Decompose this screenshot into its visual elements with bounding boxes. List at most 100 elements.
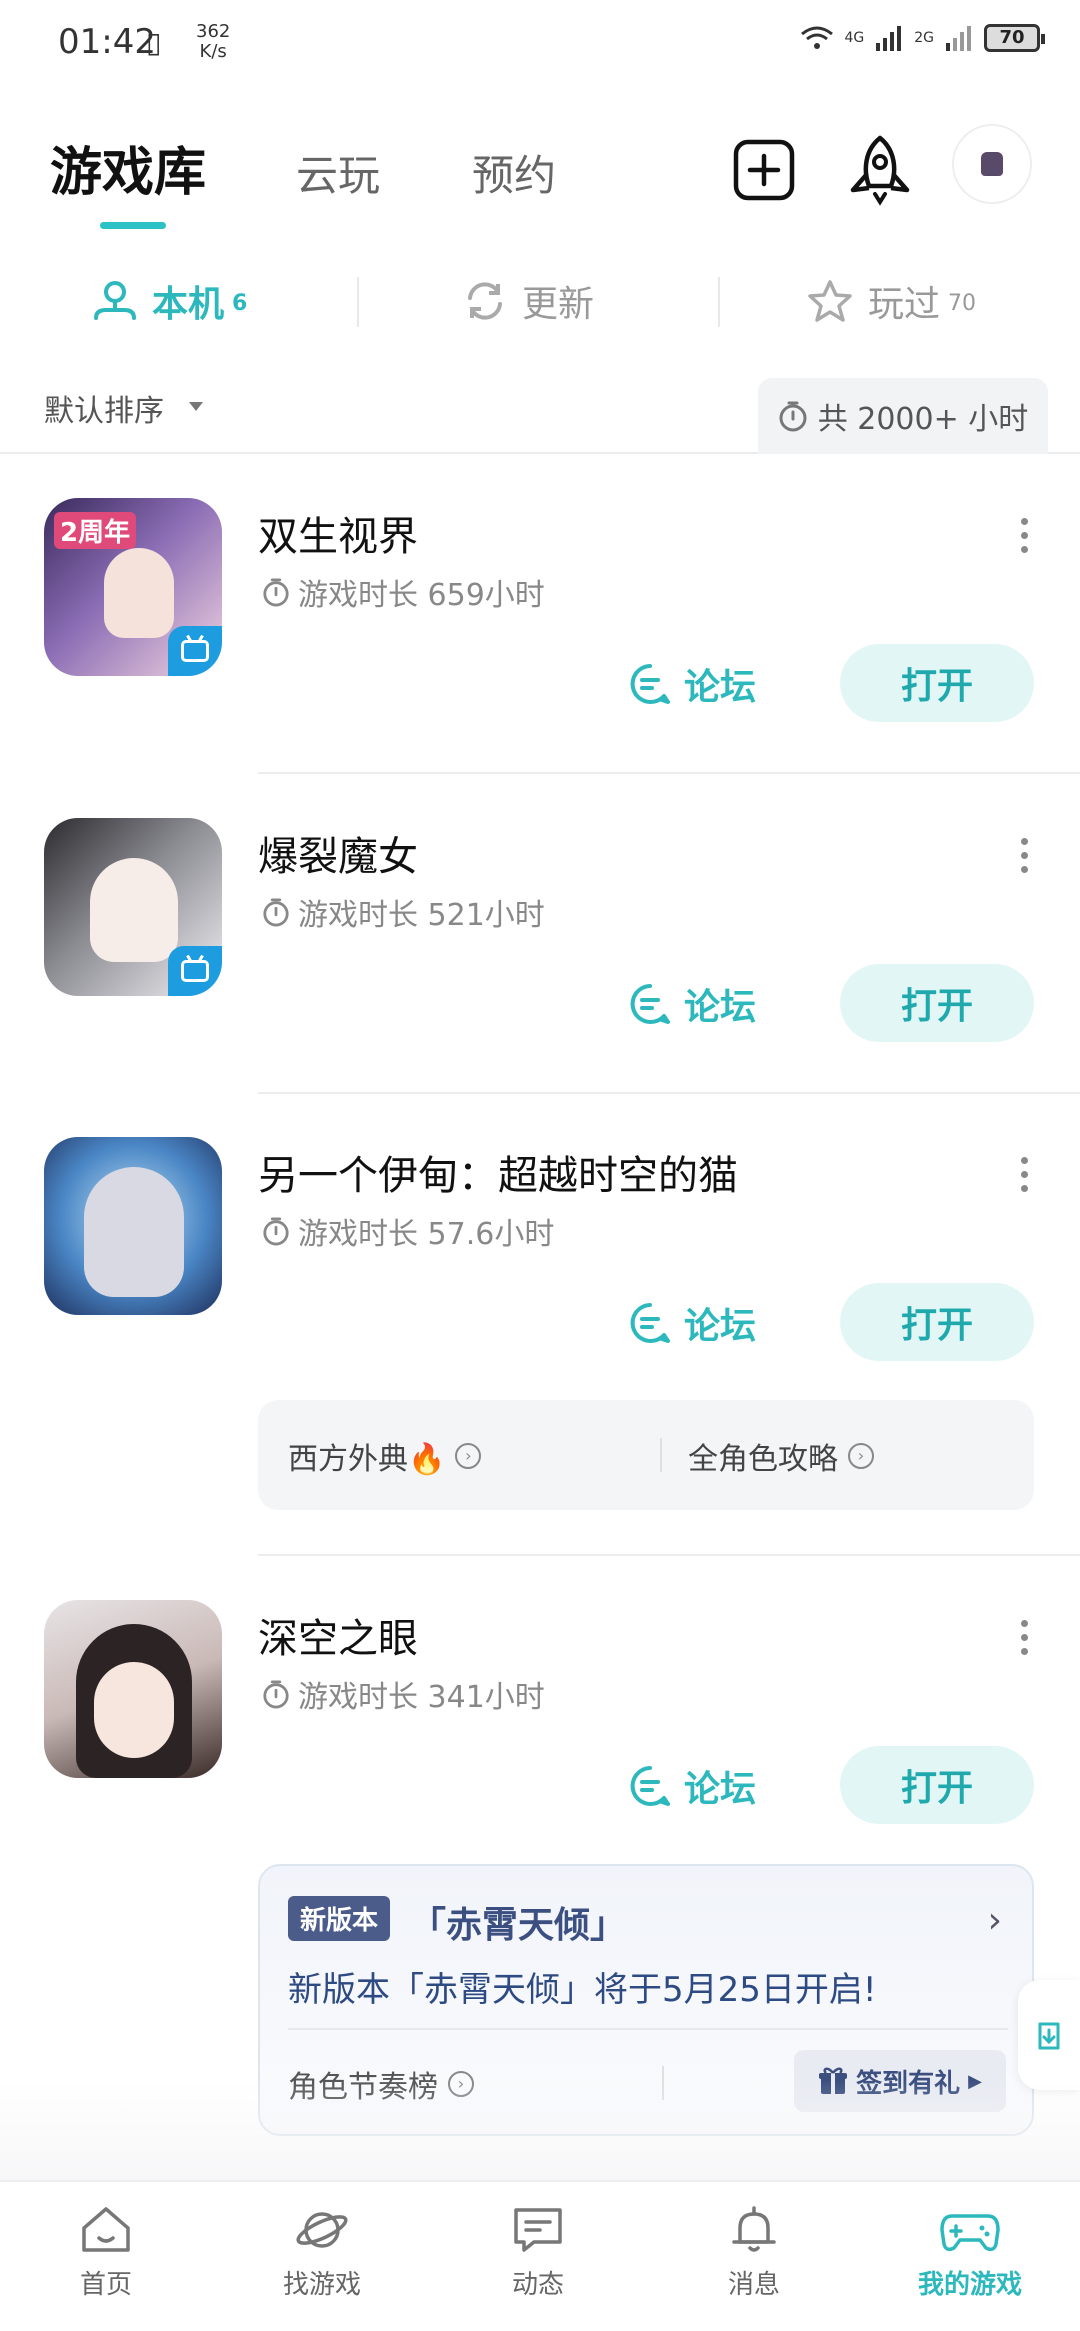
character-art: [104, 548, 174, 638]
timer-icon: [263, 898, 289, 927]
phone-user-icon: [94, 281, 136, 320]
subtab-local[interactable]: 本机 6: [92, 275, 247, 327]
sub-tabs: 本机 6 更新 玩过 70: [0, 265, 1080, 345]
forum-button[interactable]: 论坛: [628, 1760, 756, 1812]
more-options-button[interactable]: [1014, 518, 1034, 553]
nav-messages[interactable]: 消息: [664, 2204, 844, 2301]
total-playtime: 共 2000+ 小时: [758, 378, 1048, 454]
divider: [288, 2028, 1008, 2030]
game-icon[interactable]: [44, 1137, 222, 1315]
divider: [718, 277, 720, 327]
more-options-button[interactable]: [1014, 1620, 1034, 1655]
battery-indicator: 70: [984, 24, 1045, 52]
chevron-right-icon[interactable]: ›: [988, 1900, 1002, 1941]
forum-icon: [630, 664, 670, 704]
subtab-local-label: 本机: [152, 284, 225, 325]
wifi-icon: [801, 26, 834, 49]
timer-icon: [263, 578, 289, 607]
arrow-circle-icon: ›: [455, 1443, 482, 1469]
bell-icon: [732, 2206, 776, 2252]
rocket-icon: [850, 135, 910, 206]
tab-game-library[interactable]: 游戏库: [50, 130, 206, 205]
more-options-button[interactable]: [1014, 838, 1034, 873]
news-text: 新版本「赤霄天倾」将于5月25日开启!: [288, 1970, 877, 2010]
game-icon[interactable]: [44, 1600, 222, 1778]
game-item: 深空之眼 游戏时长 341小时 论坛 打开: [0, 1600, 1080, 1850]
network-type-1: 4G: [844, 30, 865, 46]
home-icon: [82, 2207, 130, 2252]
news-tag: 新版本: [288, 1896, 391, 1941]
bottom-fade: [0, 2080, 1080, 2180]
more-options-button[interactable]: [1014, 1157, 1034, 1192]
timer-icon: [779, 401, 807, 432]
nav-find-games[interactable]: 找游戏: [232, 2204, 412, 2301]
signal-icon-2: [946, 26, 971, 51]
game-icon[interactable]: 2周年: [44, 498, 222, 676]
subtab-played[interactable]: 玩过 70: [806, 275, 976, 327]
refresh-icon: [468, 282, 502, 320]
gamepad-icon: [940, 2214, 1000, 2252]
forum-button[interactable]: 论坛: [628, 978, 756, 1030]
speedup-button[interactable]: [840, 130, 920, 210]
game-name[interactable]: 爆裂魔女: [258, 824, 418, 882]
character-art: [84, 1167, 184, 1297]
game-item: 爆裂魔女 游戏时长 521小时 论坛 打开: [0, 818, 1080, 1094]
timer-icon: [263, 1217, 289, 1246]
game-icon[interactable]: [44, 818, 222, 996]
nav-feed[interactable]: 动态: [448, 2204, 628, 2301]
character-art: [90, 858, 178, 962]
sort-dropdown[interactable]: 默认排序: [44, 386, 164, 430]
open-game-button[interactable]: 打开: [840, 964, 1034, 1042]
user-avatar[interactable]: [952, 124, 1032, 204]
subtab-update[interactable]: 更新: [462, 275, 594, 327]
forum-button[interactable]: 论坛: [628, 1297, 756, 1349]
forum-icon: [630, 1303, 670, 1343]
divider: [258, 1092, 1080, 1094]
network-speed: 362 K/s: [196, 21, 231, 62]
game-name[interactable]: 深空之眼: [258, 1606, 418, 1664]
top-nav: 游戏库 云玩 预约: [0, 110, 1080, 240]
planet-icon: [296, 2212, 348, 2248]
tab-cloud-play[interactable]: 云玩: [296, 142, 380, 203]
avatar-image: [981, 152, 1003, 176]
game-item: 2周年 双生视界 游戏时长 659小时 论坛 打开: [0, 498, 1080, 774]
bilibili-badge: [168, 946, 222, 996]
tip-western-apocrypha[interactable]: 西方外典🔥 ›: [288, 1434, 482, 1478]
character-art: [94, 1662, 174, 1758]
game-playtime: 游戏时长 57.6小时: [262, 1209, 554, 1253]
game-playtime: 游戏时长 341小时: [262, 1672, 545, 1716]
vibrate-icon: ▯: [146, 26, 162, 59]
open-game-button[interactable]: 打开: [840, 1283, 1034, 1361]
bilibili-badge: [168, 626, 222, 676]
add-button[interactable]: [724, 130, 804, 210]
forum-button[interactable]: 论坛: [628, 658, 756, 710]
floating-download-button[interactable]: [1018, 1980, 1080, 2090]
download-icon: [1038, 2022, 1060, 2050]
arrow-circle-icon: ›: [848, 1443, 874, 1469]
timer-icon: [263, 1680, 289, 1709]
total-hours-text: 共 2000+ 小时: [817, 402, 1029, 437]
open-game-button[interactable]: 打开: [840, 644, 1034, 722]
anniversary-badge: 2周年: [54, 512, 137, 549]
nav-my-games[interactable]: 我的游戏: [880, 2204, 1060, 2301]
subtab-update-label: 更新: [522, 284, 595, 325]
bottom-nav: 首页 找游戏 动态 消息 我的游戏: [0, 2180, 1080, 2331]
divider: [258, 1554, 1080, 1556]
game-name[interactable]: 另一个伊甸：超越时空的猫: [258, 1143, 738, 1201]
nav-home[interactable]: 首页: [16, 2204, 196, 2301]
star-icon: [808, 280, 852, 322]
tip-all-characters-guide[interactable]: 全角色攻略 ›: [688, 1434, 874, 1478]
game-name[interactable]: 双生视界: [258, 504, 418, 562]
forum-icon: [630, 1766, 670, 1806]
tab-reservation[interactable]: 预约: [472, 142, 556, 203]
plus-square-icon: [733, 139, 795, 201]
caret-down-icon: [189, 402, 203, 411]
game-playtime: 游戏时长 659小时: [262, 570, 545, 614]
divider: [258, 772, 1080, 774]
subtab-local-count: 6: [232, 290, 248, 316]
news-title: 「赤霄天倾」: [410, 1905, 627, 1946]
chat-icon: [514, 2208, 562, 2252]
active-tab-indicator: [100, 222, 166, 229]
game-playtime: 游戏时长 521小时: [262, 890, 545, 934]
open-game-button[interactable]: 打开: [840, 1746, 1034, 1824]
